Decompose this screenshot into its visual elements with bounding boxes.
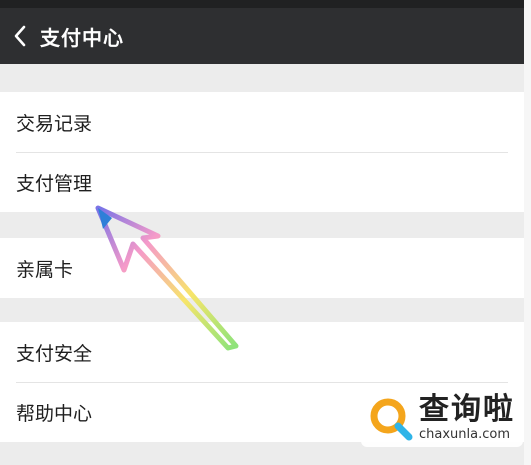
edge-strip (524, 0, 531, 465)
status-bar (0, 0, 531, 8)
watermark: 查询啦 chaxunla.com (361, 389, 523, 447)
watermark-text: 查询啦 (419, 392, 515, 427)
menu-item-transaction-records[interactable]: 交易记录 (0, 92, 524, 152)
watermark-domain: chaxunla.com (419, 427, 510, 442)
page-title: 支付中心 (40, 25, 124, 50)
group-transactions: 交易记录 支付管理 (0, 92, 524, 212)
magnifier-logo-icon (370, 398, 413, 441)
top-bar: 支付中心 (0, 8, 524, 64)
menu-item-payment-security[interactable]: 支付安全 (0, 322, 524, 382)
menu-item-payment-management[interactable]: 支付管理 (0, 152, 524, 212)
chevron-left-icon (14, 25, 26, 47)
menu-item-family-card[interactable]: 亲属卡 (0, 238, 524, 298)
back-button[interactable] (0, 8, 40, 64)
group-family-card: 亲属卡 (0, 238, 524, 298)
